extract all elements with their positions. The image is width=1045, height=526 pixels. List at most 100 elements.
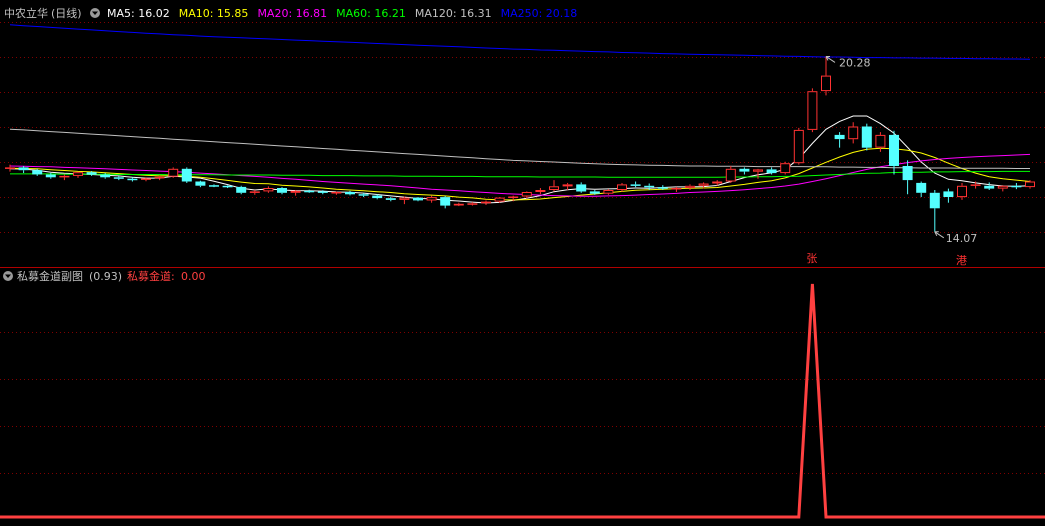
- stock-chart-canvas: 中农立华 (日线) MA5: 16.02 MA10: 15.85 MA20: 16.…: [0, 6, 1045, 519]
- candle: [821, 56, 831, 96]
- candle-body-up: [154, 176, 165, 179]
- ma-legend-item: MA10: 15.85: [179, 7, 249, 20]
- sub-collapse-toggle-icon[interactable]: [3, 271, 13, 281]
- candle: [902, 160, 913, 195]
- candle-body-down: [916, 182, 927, 193]
- candle-body-down: [181, 168, 192, 182]
- candle-body-down: [1011, 185, 1022, 188]
- collapse-toggle-icon[interactable]: [90, 8, 100, 18]
- candle-body-down: [589, 191, 600, 194]
- candle-body-down: [222, 185, 233, 188]
- candle: [181, 167, 192, 183]
- candle-body-down: [385, 198, 396, 200]
- candle: [916, 181, 927, 198]
- ma-legend-item: MA60: 16.21: [336, 7, 406, 20]
- candle: [997, 185, 1008, 192]
- candle: [739, 167, 750, 175]
- candle: [399, 196, 410, 205]
- candle-body-up: [685, 185, 695, 189]
- candle-body-up: [821, 75, 831, 92]
- candle: [59, 174, 70, 181]
- candle-body-up: [521, 192, 532, 197]
- candle: [549, 180, 559, 192]
- candle: [861, 123, 872, 151]
- candle-body-down: [32, 170, 43, 175]
- candle-body-up: [141, 178, 151, 180]
- main-gridlines: [0, 22, 1045, 233]
- indicator-line: [0, 283, 1045, 519]
- candle-body-up: [997, 185, 1008, 189]
- candle: [481, 200, 491, 205]
- candle: [603, 189, 614, 195]
- candle: [807, 88, 818, 133]
- candle-body-down: [413, 197, 423, 201]
- candle-body-down: [576, 184, 587, 192]
- candle-body-up: [263, 188, 274, 192]
- candle: [426, 195, 437, 203]
- candle-body-down: [317, 191, 328, 193]
- candle-body-up: [562, 184, 573, 187]
- candle: [685, 184, 695, 190]
- candle: [413, 197, 423, 202]
- candle-body-down: [766, 169, 777, 174]
- candle-body-down: [834, 134, 845, 140]
- candle: [263, 186, 274, 193]
- candle: [984, 182, 995, 190]
- ma5-line: [9, 115, 1031, 204]
- candle: [562, 182, 573, 190]
- candle-body-down: [86, 172, 97, 175]
- ma250-line: [9, 24, 1031, 60]
- sub-panel-header: 私募金道副图 (0.93) 私募金道: 0.00: [3, 269, 206, 283]
- candle-body-down: [100, 174, 111, 178]
- candle-body-down: [440, 197, 451, 206]
- candle-body-down: [236, 186, 247, 193]
- candle-body-up: [848, 126, 859, 140]
- candle: [304, 189, 315, 193]
- candle: [630, 181, 641, 188]
- low-price-label: 14.07: [946, 232, 978, 245]
- candle-body-up: [535, 190, 546, 192]
- period-label: (日线): [51, 6, 82, 20]
- ma10-line: [9, 147, 1031, 201]
- candle-body-up: [467, 203, 478, 205]
- candle-body-up: [780, 163, 791, 174]
- moving-average-lines: [9, 24, 1031, 204]
- candle-body-down: [984, 185, 995, 189]
- sub-gridlines: [0, 332, 1045, 474]
- candle: [848, 122, 859, 144]
- ma-legend-item: MA120: 16.31: [415, 7, 492, 20]
- sub-indicator-panel: [0, 283, 1045, 519]
- candle-body-up: [481, 201, 491, 204]
- candle-body-down: [929, 192, 940, 209]
- candle: [168, 167, 179, 178]
- candle: [345, 190, 355, 196]
- candle: [453, 202, 464, 207]
- candle: [1011, 182, 1022, 190]
- candle-body-up: [671, 188, 682, 190]
- candle-body-down: [18, 167, 29, 171]
- candle-body-up: [970, 184, 981, 186]
- candle: [576, 182, 587, 193]
- candle: [780, 161, 791, 175]
- candle-body-down: [644, 185, 655, 188]
- candle-body-up: [331, 192, 342, 194]
- candle-body-up: [957, 185, 967, 198]
- candle-body-up: [399, 197, 410, 200]
- candle: [209, 184, 219, 188]
- candle-body-down: [127, 178, 138, 181]
- candle: [290, 190, 301, 196]
- low-pointer-icon: [934, 231, 945, 239]
- ma-legend-item: MA5: 16.02: [107, 7, 170, 20]
- candle: [236, 185, 247, 195]
- candle-body-up: [5, 167, 15, 169]
- candle-body-down: [372, 195, 383, 199]
- candle: [18, 166, 29, 174]
- candle: [725, 166, 736, 183]
- candle-body-down: [657, 187, 668, 189]
- candle-body-up: [290, 190, 301, 193]
- candle-body-up: [712, 181, 723, 184]
- candle-body-down: [943, 191, 954, 197]
- main-price-panel: 20.28 14.07 张 港: [0, 22, 1045, 267]
- candle: [943, 188, 954, 203]
- candle: [671, 186, 682, 192]
